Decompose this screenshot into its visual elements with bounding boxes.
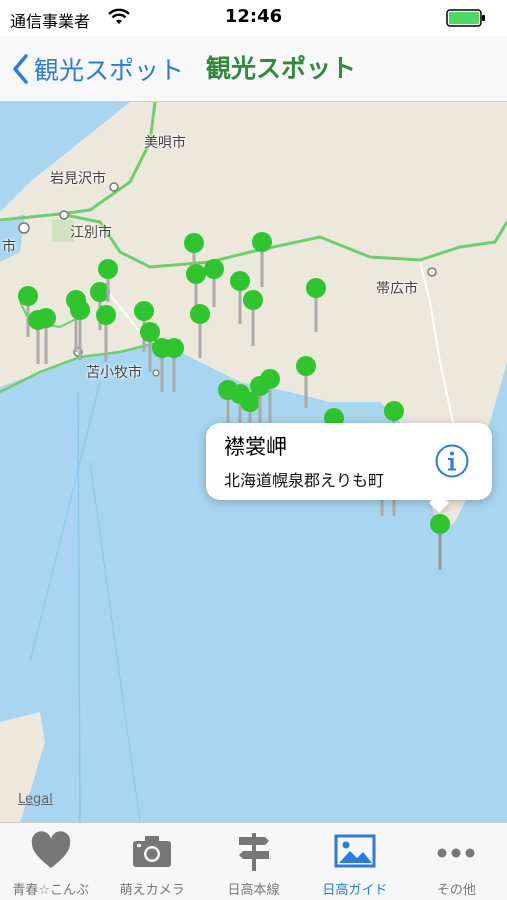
picture-icon — [334, 834, 376, 868]
tab-others[interactable]: その他 — [406, 823, 507, 900]
signpost-icon — [238, 833, 269, 871]
place-label: 帯広市 — [376, 281, 418, 297]
tab-moe-camera[interactable]: 萌えカメラ — [101, 823, 202, 900]
place-label: 苫小牧市 — [86, 365, 142, 381]
status-bar: 通信事業者 12:46 — [0, 0, 507, 36]
tab-bar: 青春☆こんぶ 萌えカメラ 日高本線 日高ガイド その他 — [0, 822, 507, 900]
place-label: 美唄市 — [144, 135, 186, 151]
tab-hidaka-guide[interactable]: 日高ガイド — [304, 823, 405, 900]
tab-label: その他 — [436, 883, 476, 898]
chevron-left-icon — [13, 54, 28, 84]
back-button[interactable]: 観光スポット — [12, 51, 184, 87]
info-icon[interactable] — [434, 443, 470, 479]
callout-subtitle: 北海道幌泉郡えりも町 — [224, 471, 385, 490]
map-callout[interactable]: 襟裳岬 北海道幌泉郡えりも町 — [206, 423, 492, 513]
back-button-label: 観光スポット — [34, 56, 185, 85]
map-view[interactable]: 美唄市 岩見沢市 江別市 市 帯広市 苫小牧市 Legal 襟裳岬 北海道幌泉郡… — [0, 102, 507, 822]
tab-hidaka-line[interactable]: 日高本線 — [203, 823, 304, 900]
tab-label: 日高ガイド — [322, 883, 388, 898]
place-label: 岩見沢市 — [50, 171, 106, 187]
tab-label: 萌えカメラ — [119, 883, 185, 898]
place-label: 江別市 — [70, 225, 112, 241]
battery-icon — [446, 9, 485, 27]
status-time: 12:46 — [224, 6, 283, 27]
camera-icon — [133, 836, 172, 867]
navigation-bar: 観光スポット 観光スポット — [0, 36, 507, 102]
tab-seishun-konbu[interactable]: 青春☆こんぶ — [0, 823, 101, 900]
legal-link[interactable]: Legal — [18, 792, 53, 807]
more-icon — [437, 848, 475, 858]
place-label: 市 — [2, 239, 16, 255]
tab-label: 日高本線 — [227, 883, 280, 898]
callout-title: 襟裳岬 — [224, 435, 287, 459]
page-title: 観光スポット — [206, 54, 357, 83]
heart-icon — [31, 831, 70, 868]
tab-label: 青春☆こんぶ — [12, 883, 90, 898]
